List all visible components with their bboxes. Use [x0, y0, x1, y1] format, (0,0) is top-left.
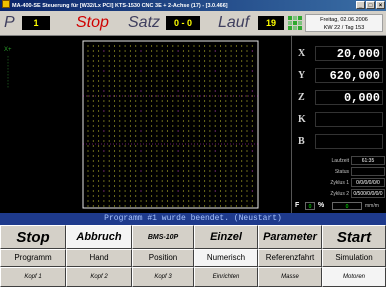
- tab-motoren[interactable]: Motoren: [322, 267, 386, 287]
- tab-hand[interactable]: Hand: [66, 249, 132, 267]
- status-value: [351, 167, 385, 176]
- plot-axis-label: X+: [4, 47, 12, 53]
- lauf-label: Lauf: [218, 14, 250, 31]
- zyklus2-value: 0/500/0/0/0/0: [351, 189, 385, 198]
- minimize-button[interactable]: _: [356, 1, 365, 9]
- tab-kopf-1[interactable]: Kopf 1: [0, 267, 66, 287]
- tab-programm[interactable]: Programm: [0, 249, 66, 267]
- zyklus2-row: Zyklus 2 0/500/0/0/0/0: [294, 189, 385, 199]
- status-leds: [288, 16, 302, 30]
- feed-value: 0: [305, 202, 315, 210]
- laufzeit-label: Laufzeit: [331, 158, 349, 164]
- axis-label: K: [298, 114, 306, 125]
- axis-row-b: B: [292, 132, 386, 152]
- tab-kopf-2[interactable]: Kopf 2: [66, 267, 132, 287]
- einzel-button[interactable]: Einzel: [194, 225, 258, 249]
- sub-tab-row: Kopf 1 Kopf 2 Kopf 3 Einrichten Masse Mo…: [0, 267, 386, 287]
- program-label: P: [4, 14, 15, 31]
- week-day-text: KW 22 / Tag 153: [323, 25, 365, 31]
- axis-row-y: Y 620,000: [292, 66, 386, 86]
- tab-kopf-3[interactable]: Kopf 3: [132, 267, 194, 287]
- close-button[interactable]: ×: [376, 1, 385, 9]
- satz-label: Satz: [128, 14, 161, 31]
- tab-masse[interactable]: Masse: [258, 267, 322, 287]
- window-title: MA-400-SE Steuerung für [W32/Lx PCI] KTS…: [12, 3, 228, 9]
- status-row: Status: [294, 167, 385, 177]
- feed-rate-value: 0: [332, 202, 362, 210]
- abbruch-button[interactable]: Abbruch: [66, 225, 132, 249]
- zyklus1-value: 0/0/0/0/0/0: [351, 178, 385, 187]
- bms-10p-button[interactable]: BMS-10P: [132, 225, 194, 249]
- tab-einrichten[interactable]: Einrichten: [194, 267, 258, 287]
- feed-unit: mm/m: [365, 203, 379, 209]
- toolpath-plot[interactable]: X+: [0, 36, 290, 213]
- maximize-button[interactable]: □: [366, 1, 375, 9]
- main-area: X+ X 20,000 Y 620,000 Z 0,000 K B Laufze…: [0, 36, 386, 213]
- machine-state: Stop: [76, 14, 109, 31]
- title-bar: MA-400-SE Steuerung für [W32/Lx PCI] KTS…: [0, 0, 386, 11]
- cnc-control-window: MA-400-SE Steuerung für [W32/Lx PCI] KTS…: [0, 0, 386, 287]
- laufzeit-value: 61:35: [351, 156, 385, 165]
- axis-value: [315, 134, 383, 149]
- axis-row-z: Z 0,000: [292, 88, 386, 108]
- zyklus1-row: Zyklus 1 0/0/0/0/0/0: [294, 178, 385, 188]
- zyklus1-label: Zyklus 1: [330, 180, 349, 186]
- hole-pattern: [87, 45, 253, 207]
- message-bar: Programm #1 wurde beendet. (Neustart): [0, 213, 386, 225]
- zyklus2-label: Zyklus 2: [330, 191, 349, 197]
- window-controls: _ □ ×: [356, 1, 385, 9]
- axis-label: Z: [298, 92, 305, 103]
- lauf-value: 19: [258, 16, 284, 30]
- axes-panel: X 20,000 Y 620,000 Z 0,000 K B Laufzeit: [291, 36, 386, 213]
- date-box: Freitag, 02.06.2006 KW 22 / Tag 153: [305, 14, 383, 32]
- app-icon: [2, 0, 10, 8]
- axis-label: Y: [298, 70, 306, 81]
- program-value: 1: [22, 16, 50, 30]
- tab-simulation[interactable]: Simulation: [322, 249, 386, 267]
- axis-row-x: X 20,000: [292, 44, 386, 64]
- axis-value: 0,000: [315, 90, 383, 105]
- satz-value: 0 - 0: [166, 16, 200, 30]
- feed-row: F 0 % 0 mm/m: [291, 200, 386, 212]
- tab-referenzfahrt[interactable]: Referenzfahrt: [258, 249, 322, 267]
- status-label: Status: [334, 169, 349, 175]
- axis-row-k: K: [292, 110, 386, 130]
- axis-label: X: [298, 48, 306, 59]
- axis-label: B: [298, 136, 305, 147]
- main-button-row: Stop Abbruch BMS-10P Einzel Parameter St…: [0, 225, 386, 249]
- stop-button[interactable]: Stop: [0, 225, 66, 249]
- date-text: Freitag, 02.06.2006: [320, 17, 368, 23]
- start-button[interactable]: Start: [322, 225, 386, 249]
- tab-position[interactable]: Position: [132, 249, 194, 267]
- axis-value: [315, 112, 383, 127]
- laufzeit-row: Laufzeit 61:35: [294, 156, 385, 166]
- status-strip: P 1 Stop Satz 0 - 0 Lauf 19 Freitag, 02.…: [0, 11, 386, 36]
- mode-tab-row: Programm Hand Position Numerisch Referen…: [0, 249, 386, 267]
- feed-label: F: [295, 202, 300, 209]
- feed-percent-label: %: [318, 202, 325, 209]
- axis-value: 620,000: [315, 68, 383, 83]
- axis-value: 20,000: [315, 46, 383, 61]
- parameter-button[interactable]: Parameter: [258, 225, 322, 249]
- tab-numerisch[interactable]: Numerisch: [194, 249, 258, 267]
